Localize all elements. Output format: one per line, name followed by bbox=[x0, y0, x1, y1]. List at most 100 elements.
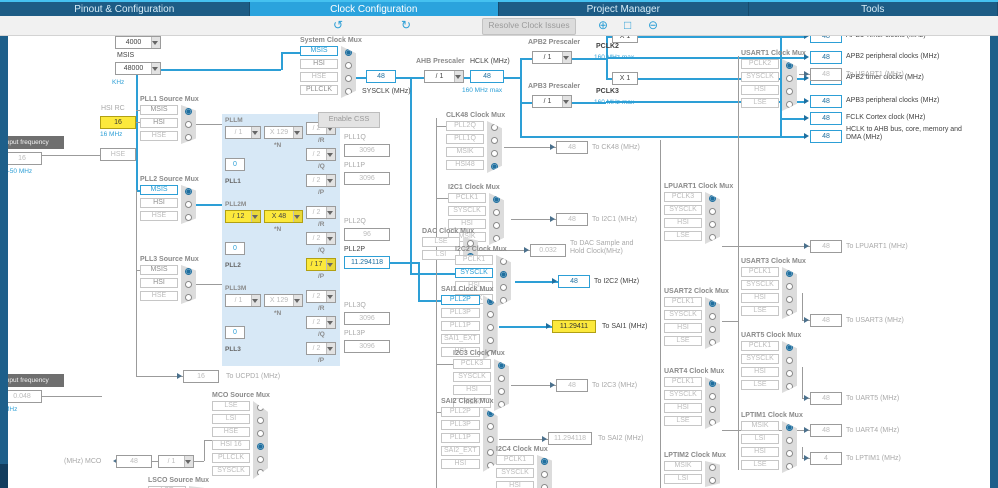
uart5-radio-sysclk[interactable] bbox=[786, 357, 793, 364]
tab-project-manager[interactable]: Project Manager bbox=[499, 2, 749, 16]
dropdown-caret-icon[interactable] bbox=[326, 207, 335, 218]
mco-radio-sysclk[interactable] bbox=[257, 469, 264, 476]
i2c2-radio-pclk1[interactable] bbox=[500, 258, 507, 265]
pll3src-radio-hsi[interactable] bbox=[185, 281, 192, 288]
dropdown-caret-icon[interactable] bbox=[326, 343, 335, 354]
mco-radio-lsi[interactable] bbox=[257, 417, 264, 424]
dropdown-caret-icon[interactable] bbox=[251, 127, 260, 138]
dropdown-caret-icon[interactable] bbox=[326, 259, 335, 270]
sys-radio-pllclk[interactable] bbox=[345, 88, 352, 95]
lptim2-radio-lsi[interactable] bbox=[709, 477, 716, 484]
sys-radio-hse[interactable] bbox=[345, 75, 352, 82]
uart4-radio-sysclk[interactable] bbox=[709, 393, 716, 400]
sai2-radio-pll1p[interactable] bbox=[486, 436, 494, 443]
zoom-fit-icon[interactable]: □ bbox=[624, 18, 631, 32]
msik-frequency-dropdown[interactable]: 4000 bbox=[115, 36, 161, 49]
dropdown-caret-icon[interactable] bbox=[293, 127, 302, 138]
sai2-radio-sai2ext[interactable] bbox=[486, 449, 494, 456]
uart5-radio-pclk1[interactable] bbox=[786, 344, 793, 351]
uart5-radio-hsi[interactable] bbox=[786, 370, 793, 377]
mco-divider-dropdown[interactable]: / 1 bbox=[158, 455, 194, 468]
sai2-radio-hsi[interactable] bbox=[486, 462, 494, 469]
mco-radio-pllclk[interactable] bbox=[257, 456, 264, 463]
uart4-radio-lse[interactable] bbox=[709, 419, 716, 426]
pll1-p-dropdown[interactable]: / 2 bbox=[306, 174, 336, 187]
i2c2-radio-sysclk[interactable] bbox=[500, 271, 507, 278]
usart2-radio-pclk1[interactable] bbox=[709, 300, 716, 307]
sai1-radio-sai1ext[interactable] bbox=[486, 337, 494, 344]
usart2-radio-sysclk[interactable] bbox=[709, 313, 716, 320]
usart1-radio-hsi[interactable] bbox=[786, 88, 793, 95]
i2c1-radio-sysclk[interactable] bbox=[493, 209, 500, 216]
uart4-radio-hsi[interactable] bbox=[709, 406, 716, 413]
lptim2-radio-msik[interactable] bbox=[709, 464, 716, 471]
pll2-n-dropdown[interactable]: X 48 bbox=[264, 210, 303, 223]
sai1-radio-pll2p[interactable] bbox=[486, 298, 494, 305]
dropdown-caret-icon[interactable] bbox=[151, 37, 160, 48]
i2c3-radio-hsi[interactable] bbox=[498, 388, 505, 395]
lptim1-radio-msik[interactable] bbox=[786, 424, 793, 431]
clk48-radio-msik[interactable] bbox=[491, 150, 498, 157]
clk48-radio-hsi48[interactable] bbox=[491, 163, 498, 170]
sys-radio-msis[interactable] bbox=[345, 49, 352, 56]
pll2-m-dropdown[interactable]: / 12 bbox=[225, 210, 261, 223]
redo-icon[interactable]: ↻ bbox=[401, 18, 411, 32]
lptim1-radio-hsi[interactable] bbox=[786, 450, 793, 457]
pll2src-radio-hsi[interactable] bbox=[185, 201, 192, 208]
pll1-n-dropdown[interactable]: X 129 bbox=[264, 126, 303, 139]
resolve-clock-issues-button[interactable]: Resolve Clock Issues bbox=[482, 18, 576, 35]
pll3src-radio-hse[interactable] bbox=[185, 294, 192, 301]
uart5-radio-lse[interactable] bbox=[786, 383, 793, 390]
dropdown-caret-icon[interactable] bbox=[562, 96, 571, 107]
dropdown-caret-icon[interactable] bbox=[326, 291, 335, 302]
sai1-radio-pll3p[interactable] bbox=[486, 311, 494, 318]
dropdown-caret-icon[interactable] bbox=[184, 456, 193, 467]
dropdown-caret-icon[interactable] bbox=[562, 52, 571, 63]
pll3-n-dropdown[interactable]: X 129 bbox=[264, 294, 303, 307]
lptim1-radio-lse[interactable] bbox=[786, 463, 793, 470]
zoom-in-icon[interactable]: ⊕ bbox=[598, 18, 608, 32]
dropdown-caret-icon[interactable] bbox=[293, 295, 302, 306]
i2c1-radio-pclk1[interactable] bbox=[493, 196, 500, 203]
pll2-r-dropdown[interactable]: / 2 bbox=[306, 206, 336, 219]
pll3-q-dropdown[interactable]: / 2 bbox=[306, 316, 336, 329]
msis-frequency-dropdown[interactable]: 48000 bbox=[115, 62, 161, 75]
lptim1-radio-lsi[interactable] bbox=[786, 437, 793, 444]
tab-clock-configuration[interactable]: Clock Configuration bbox=[249, 2, 499, 16]
usart1-radio-pclk2[interactable] bbox=[786, 62, 793, 69]
undo-icon[interactable]: ↺ bbox=[333, 18, 343, 32]
sai2-radio-pll2p[interactable] bbox=[486, 410, 494, 417]
i2c1-radio-msik[interactable] bbox=[493, 235, 500, 242]
lpuart1-radio-hsi[interactable] bbox=[709, 221, 716, 228]
pll1src-radio-hse[interactable] bbox=[185, 134, 192, 141]
clk48-radio-pll1q[interactable] bbox=[491, 137, 498, 144]
i2c3-radio-msik[interactable] bbox=[498, 401, 505, 408]
i2c4-radio-sysclk[interactable] bbox=[541, 471, 548, 478]
i2c2-radio-msik[interactable] bbox=[500, 297, 507, 304]
usart3-radio-lse[interactable] bbox=[786, 309, 793, 316]
pll2-q-dropdown[interactable]: / 2 bbox=[306, 232, 336, 245]
mco-radio-hse[interactable] bbox=[257, 430, 264, 437]
lpuart1-radio-pclk3[interactable] bbox=[709, 195, 716, 202]
pll3src-radio-msis[interactable] bbox=[185, 268, 192, 275]
usart3-radio-pclk1[interactable] bbox=[786, 270, 793, 277]
dropdown-caret-icon[interactable] bbox=[293, 211, 302, 222]
pll2src-radio-msis[interactable] bbox=[185, 188, 192, 195]
usart1-radio-sysclk[interactable] bbox=[786, 75, 793, 82]
i2c3-radio-sysclk[interactable] bbox=[498, 375, 505, 382]
dropdown-caret-icon[interactable] bbox=[151, 63, 160, 74]
sai2-radio-pll3p[interactable] bbox=[486, 423, 494, 430]
i2c4-radio-hsi[interactable] bbox=[541, 484, 548, 488]
pll3-p-dropdown[interactable]: / 2 bbox=[306, 342, 336, 355]
apb3-prescaler-dropdown[interactable]: / 1 bbox=[532, 95, 572, 108]
i2c4-radio-pclk1[interactable] bbox=[541, 458, 548, 465]
dropdown-caret-icon[interactable] bbox=[326, 317, 335, 328]
dropdown-caret-icon[interactable] bbox=[454, 71, 463, 82]
pll1src-radio-hsi[interactable] bbox=[185, 121, 192, 128]
mco-radio-lse[interactable] bbox=[257, 404, 264, 411]
enable-css-button[interactable]: Enable CSS bbox=[318, 112, 380, 128]
dropdown-caret-icon[interactable] bbox=[251, 211, 260, 222]
pll3-m-dropdown[interactable]: / 1 bbox=[225, 294, 261, 307]
dropdown-caret-icon[interactable] bbox=[251, 295, 260, 306]
dropdown-caret-icon[interactable] bbox=[326, 149, 335, 160]
